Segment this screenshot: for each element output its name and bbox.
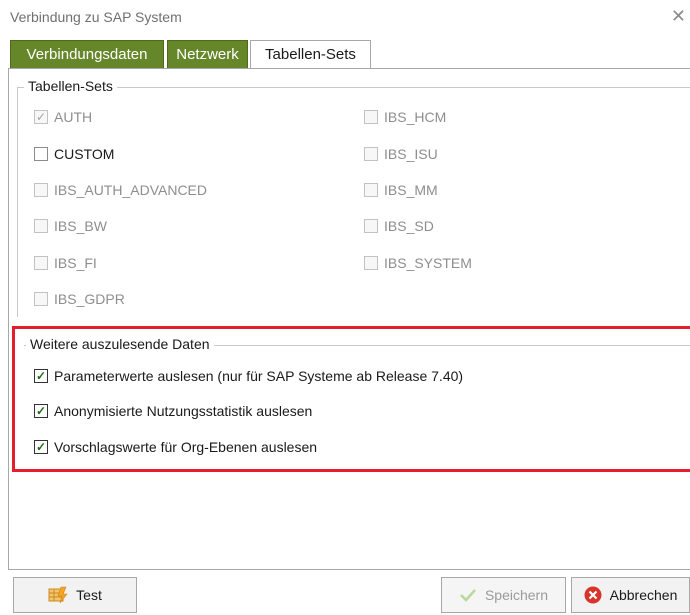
checkbox-box	[364, 147, 378, 161]
checkbox-box	[34, 183, 48, 197]
checkbox-box	[34, 292, 48, 306]
checkbox-label: CUSTOM	[54, 146, 115, 162]
save-button-label: Speichern	[484, 587, 549, 603]
checkbox-ibs-hcm[interactable]: IBS_HCM	[364, 107, 446, 127]
checkbox-auth[interactable]: ✓ AUTH	[34, 107, 92, 127]
tabellen-sets-group-border	[17, 87, 690, 88]
checkmark-icon: ✓	[34, 404, 48, 418]
checkbox-label: Anonymisierte Nutzungsstatistik auslesen	[54, 403, 313, 419]
tabellen-sets-group-left-border	[17, 87, 18, 317]
checkbox-label: AUTH	[54, 109, 93, 125]
checkbox-label: IBS_FI	[54, 255, 97, 271]
checkbox-box	[364, 110, 378, 124]
checkbox-ibs-system[interactable]: IBS_SYSTEM	[364, 253, 472, 273]
checkbox-label: IBS_BW	[54, 218, 107, 234]
checkbox-label: Vorschlagswerte für Org-Ebenen auslesen	[54, 439, 318, 455]
tab-netzwerk[interactable]: Netzwerk	[167, 40, 248, 68]
checkbox-label: IBS_GDPR	[54, 291, 125, 307]
save-button[interactable]: Speichern	[441, 577, 566, 613]
tabellen-sets-group-title: Tabellen-Sets	[24, 78, 117, 94]
checkbox-ibs-sd[interactable]: IBS_SD	[364, 216, 434, 236]
checkbox-ibs-mm[interactable]: IBS_MM	[364, 180, 438, 200]
checkbox-label: IBS_SYSTEM	[384, 255, 472, 271]
checkmark-icon: ✓	[34, 369, 48, 383]
checkbox-label: IBS_SD	[384, 218, 434, 234]
cancel-icon	[584, 586, 602, 604]
checkbox-label: IBS_AUTH_ADVANCED	[54, 182, 208, 198]
checkbox-nutzungsstatistik[interactable]: ✓ Anonymisierte Nutzungsstatistik ausles…	[34, 401, 312, 421]
checkbox-label: IBS_ISU	[384, 146, 438, 162]
checkbox-parameterwerte[interactable]: ✓ Parameterwerte auslesen (nur für SAP S…	[34, 366, 463, 386]
test-table-icon	[48, 586, 68, 604]
checkbox-label: IBS_HCM	[384, 109, 447, 125]
check-icon	[459, 588, 477, 602]
cancel-button-label: Abbrechen	[609, 587, 678, 603]
checkbox-box	[34, 147, 48, 161]
checkbox-ibs-fi[interactable]: IBS_FI	[34, 253, 97, 273]
test-button[interactable]: Test	[13, 577, 137, 613]
cancel-button[interactable]: Abbrechen	[571, 577, 690, 613]
checkbox-label: Parameterwerte auslesen (nur für SAP Sys…	[54, 368, 464, 384]
checkmark-icon: ✓	[34, 110, 48, 124]
checkmark-icon: ✓	[34, 440, 48, 454]
close-icon[interactable]: ✕	[671, 6, 686, 27]
checkbox-custom[interactable]: CUSTOM	[34, 144, 114, 164]
weitere-group-title: Weitere auszulesende Daten	[26, 336, 214, 352]
checkbox-box	[364, 256, 378, 270]
checkbox-label: IBS_MM	[384, 182, 438, 198]
checkbox-ibs-isu[interactable]: IBS_ISU	[364, 144, 438, 164]
checkbox-ibs-bw[interactable]: IBS_BW	[34, 216, 107, 236]
tab-tabellen-sets[interactable]: Tabellen-Sets	[250, 40, 371, 69]
tab-verbindungsdaten[interactable]: Verbindungsdaten	[10, 40, 164, 68]
window-title: Verbindung zu SAP System	[10, 9, 182, 25]
checkbox-box	[364, 219, 378, 233]
checkbox-org-ebenen[interactable]: ✓ Vorschlagswerte für Org-Ebenen auslese…	[34, 437, 317, 457]
checkbox-box	[34, 219, 48, 233]
checkbox-ibs-gdpr[interactable]: IBS_GDPR	[34, 289, 125, 309]
checkbox-ibs-auth-advanced[interactable]: IBS_AUTH_ADVANCED	[34, 180, 207, 200]
test-button-label: Test	[76, 587, 102, 603]
checkbox-box	[364, 183, 378, 197]
checkbox-box	[34, 256, 48, 270]
